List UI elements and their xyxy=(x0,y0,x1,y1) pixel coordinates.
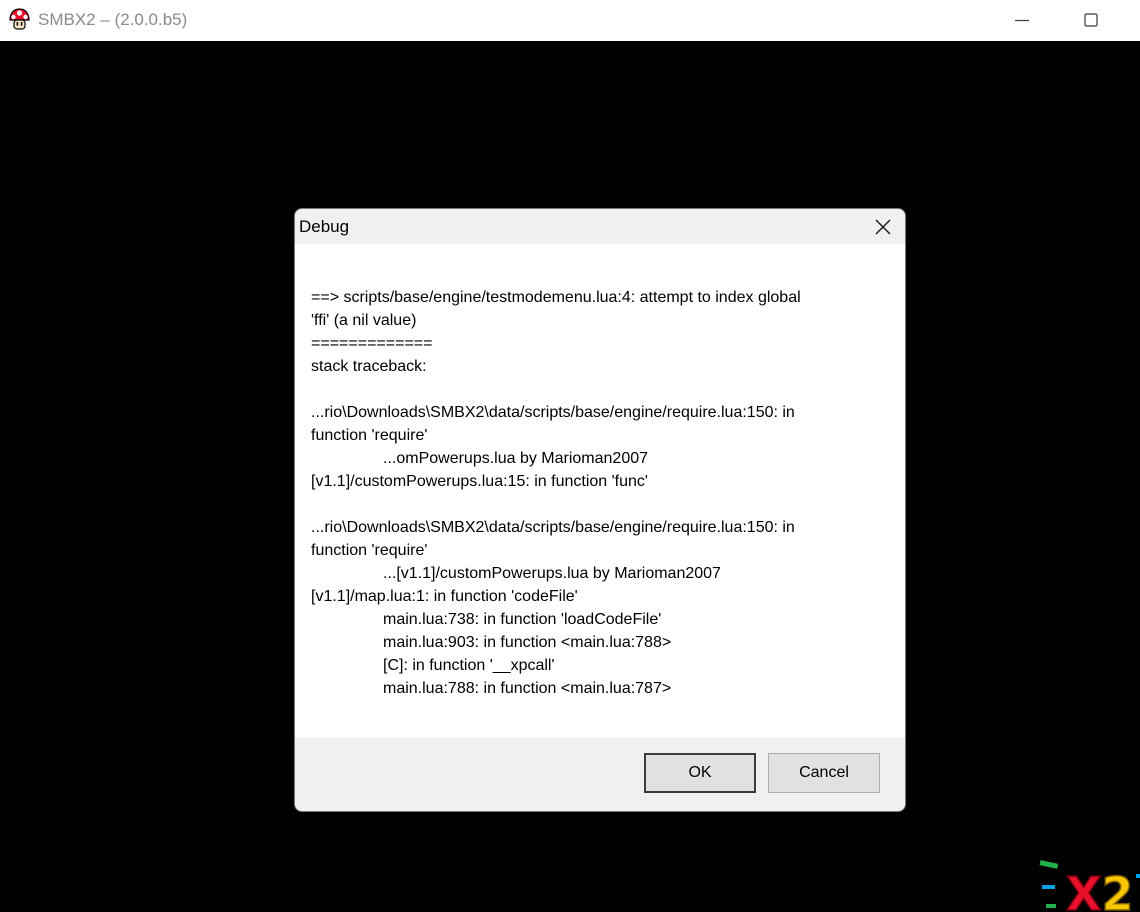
message-line: ==> scripts/base/engine/testmodemenu.lua… xyxy=(311,289,801,306)
dialog-body: ==> scripts/base/engine/testmodemenu.lua… xyxy=(295,244,905,738)
minimize-button[interactable] xyxy=(999,0,1045,41)
message-line: 'ffi' (a nil value) xyxy=(311,312,417,329)
ok-button[interactable]: OK xyxy=(644,753,756,793)
message-line: stack traceback: xyxy=(311,358,427,375)
maximize-button[interactable] xyxy=(1068,0,1114,41)
message-line: [v1.1]/map.lua:1: in function 'codeFile' xyxy=(311,588,578,605)
logo-text: X2 xyxy=(1066,867,1133,912)
message-line: ============= xyxy=(311,335,433,352)
message-line: ...rio\Downloads\SMBX2\data/scripts/base… xyxy=(311,519,795,536)
message-line: main.lua:738: in function 'loadCodeFile' xyxy=(383,611,662,628)
message-line: [v1.1]/customPowerups.lua:15: in functio… xyxy=(311,473,648,490)
message-line: main.lua:903: in function <main.lua:788> xyxy=(383,634,672,651)
smbx2-logo: X2 xyxy=(1036,858,1140,912)
cancel-button[interactable]: Cancel xyxy=(768,753,880,793)
app-window: SMBX2 – (2.0.0.b5) Debug ==> scripts/bas xyxy=(0,0,1140,912)
debug-dialog: Debug ==> scripts/base/engine/testmodeme… xyxy=(294,208,906,812)
window-titlebar[interactable]: SMBX2 – (2.0.0.b5) xyxy=(0,0,1140,41)
message-line xyxy=(311,378,871,401)
message-line: ...rio\Downloads\SMBX2\data/scripts/base… xyxy=(311,404,795,421)
message-line: ...omPowerups.lua by Marioman2007 xyxy=(383,450,649,467)
window-title: SMBX2 – (2.0.0.b5) xyxy=(38,10,188,29)
message-line: ...[v1.1]/customPowerups.lua by Marioman… xyxy=(383,565,721,582)
error-message: ==> scripts/base/engine/testmodemenu.lua… xyxy=(311,286,871,700)
message-line: main.lua:788: in function <main.lua:787> xyxy=(383,680,672,697)
message-line: [C]: in function '__xpcall' xyxy=(383,657,555,674)
close-icon xyxy=(875,219,891,235)
message-line xyxy=(311,493,871,516)
maximize-icon xyxy=(1084,13,1098,27)
dialog-close-button[interactable] xyxy=(861,209,905,244)
minimize-icon xyxy=(1015,19,1029,22)
dialog-titlebar[interactable]: Debug xyxy=(295,209,905,244)
message-line: function 'require' xyxy=(311,542,428,559)
message-line: function 'require' xyxy=(311,427,428,444)
mushroom-icon xyxy=(8,8,31,31)
dialog-title: Debug xyxy=(299,217,350,236)
